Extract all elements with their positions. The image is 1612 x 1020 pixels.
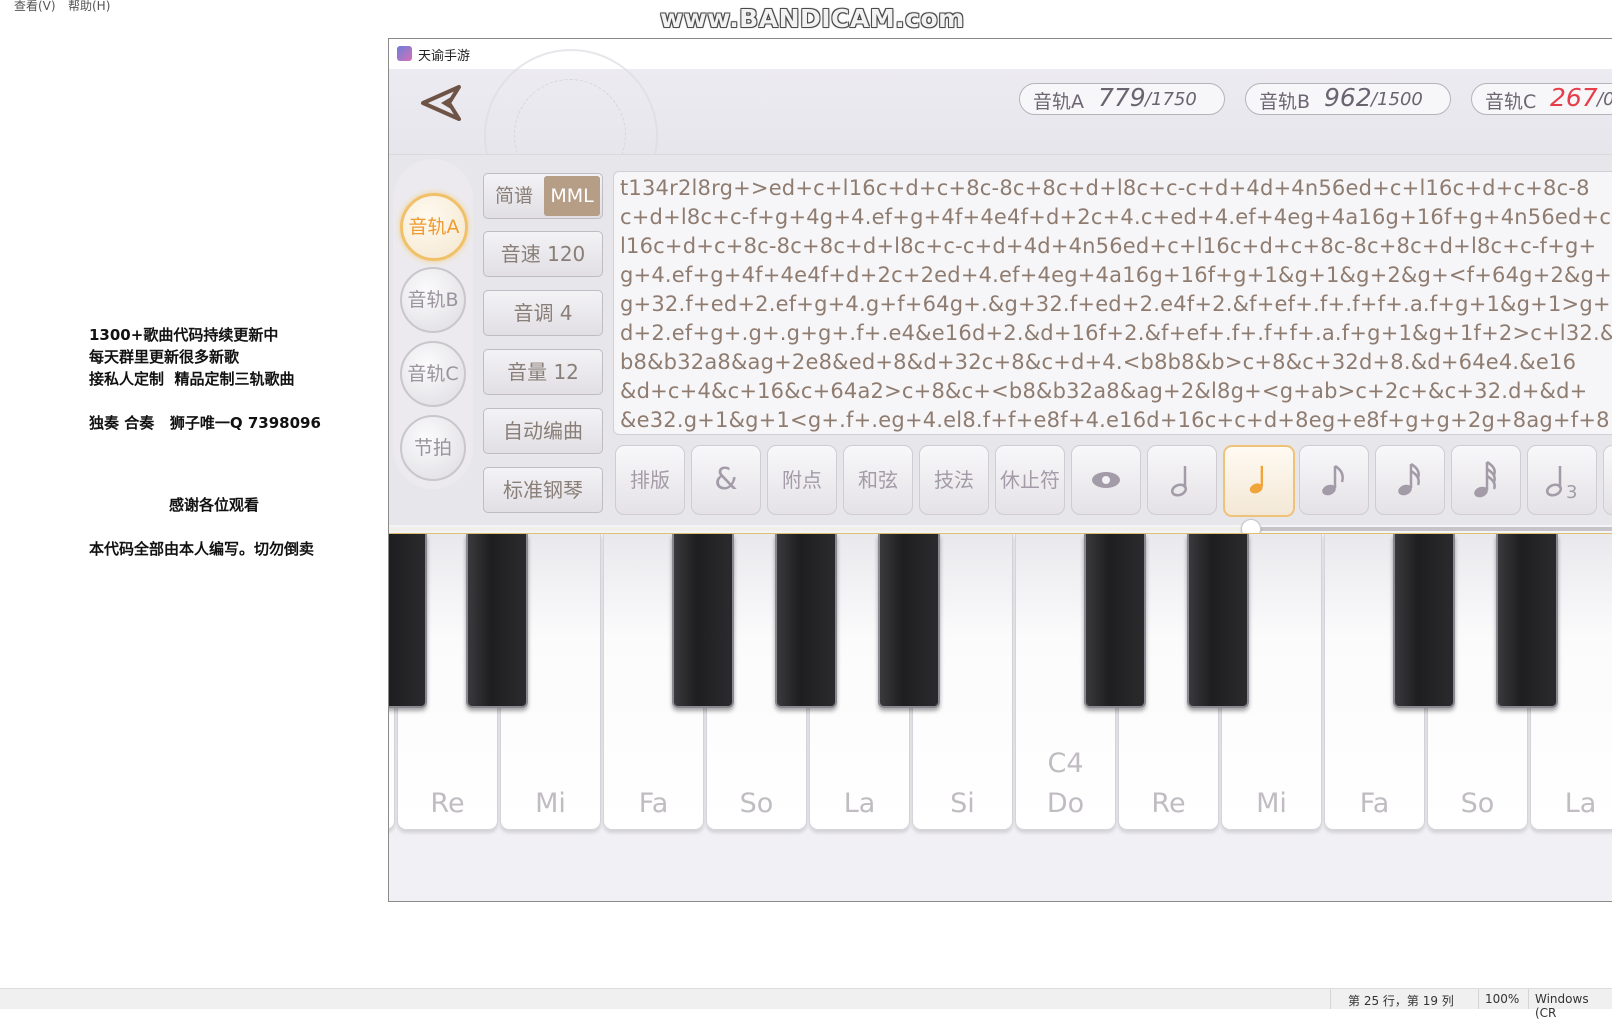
menu-help[interactable]: 帮助(H) — [68, 0, 110, 14]
code-line: g+4.ef+g+4f+4e4f+d+2c+2ed+4.ef+4eg+4a16g… — [620, 263, 1612, 287]
piano-key-black[interactable] — [1496, 534, 1558, 708]
eighth-note-icon[interactable] — [1299, 445, 1369, 515]
mml-code-editor[interactable]: t134r2l8rg+>ed+c+l16c+d+c+8c-8c+8c+d+l8c… — [613, 171, 1612, 435]
window-title: 天谕手游 — [418, 49, 471, 64]
keyboard-scroll-track[interactable] — [389, 527, 1612, 531]
triplet-note-icon[interactable]: 3 — [1527, 445, 1597, 515]
simple-notation-button[interactable]: 简谱 — [484, 174, 544, 218]
cursor-position: 第 25 行，第 19 列 — [1348, 994, 1454, 1008]
code-line: &e32.g+1&g+1<g+.f+.eg+4.el8.f+f+e8f+4.e1… — [620, 408, 1610, 432]
note-line: 本代码全部由本人编写。切勿倒卖 — [89, 540, 315, 558]
piano-key-black[interactable] — [1084, 534, 1146, 708]
track-selector: 音轨A 音轨B 音轨C 节拍 — [393, 159, 473, 489]
track-a-counter: 音轨A 779 /1750 — [1019, 83, 1225, 115]
piano-key-black[interactable] — [878, 534, 940, 708]
note-line: 独奏 合奏 狮子唯一Q 7398096 — [89, 414, 321, 432]
track-b-counter: 音轨B 962 /1500 — [1245, 83, 1451, 115]
dotted-button[interactable]: 附点 — [767, 445, 837, 515]
piano-key-black[interactable] — [1393, 534, 1455, 708]
recording-watermark: www.BANDICAM.com — [660, 4, 965, 33]
app-icon — [397, 46, 412, 61]
more-tool-button[interactable] — [1603, 445, 1612, 515]
piano-key-black[interactable] — [466, 534, 528, 708]
code-line: l16c+d+c+8c-8c+8c+d+l8c+c-c+d+4d+4n56ed+… — [620, 234, 1597, 258]
layout-button[interactable]: 排版 — [615, 445, 685, 515]
piano-keyboard: Re Mi Fa So La Si C4 Do Re Mi Fa So La — [389, 533, 1612, 901]
status-bar: 第 25 行，第 19 列 100% Windows (CR — [0, 988, 1612, 1020]
code-line: g+32.f+ed+2.ef+g+4.g+f+64g+.&g+32.f+ed+2… — [620, 292, 1612, 316]
notepad-text[interactable]: 1300+歌曲代码持续更新中 每天群里更新很多新歌 接私人定制 精品定制三轨歌曲… — [89, 324, 321, 560]
technique-button[interactable]: 技法 — [919, 445, 989, 515]
code-line: c+d+l8c+c-f+g+4g+4.ef+g+4f+4e4f+d+2c+4.c… — [620, 205, 1612, 229]
code-line: b8&b32a8&ag+2e8&ed+8&d+32c+8&c+d+4.<b8b8… — [620, 350, 1577, 374]
piano-key-black[interactable] — [389, 534, 427, 708]
code-line: t134r2l8rg+>ed+c+l16c+d+c+8c-8c+8c+d+l8c… — [620, 176, 1590, 200]
note-line: 接私人定制 精品定制三轨歌曲 — [89, 370, 295, 388]
menu-view[interactable]: 查看(V) — [14, 0, 56, 14]
tempo-button[interactable]: 音速 120 — [483, 231, 603, 277]
triplet-subscript: 3 — [1566, 482, 1577, 503]
code-line: &d+c+4&c+16&c+64a2>c+8&c+<b8&b32a8&ag+2&… — [620, 379, 1588, 403]
chord-button[interactable]: 和弦 — [843, 445, 913, 515]
half-note-icon[interactable] — [1147, 445, 1217, 515]
notation-mode-toggle: 简谱 MML — [483, 173, 603, 219]
track-button-b[interactable]: 音轨B — [400, 267, 466, 333]
sixteenth-note-icon[interactable] — [1375, 445, 1445, 515]
note-line: 每天群里更新很多新歌 — [89, 348, 240, 366]
mml-button[interactable]: MML — [544, 176, 600, 216]
volume-button[interactable]: 音量 12 — [483, 349, 603, 395]
beat-button[interactable]: 节拍 — [400, 415, 466, 481]
eye-icon[interactable] — [1071, 445, 1141, 515]
thirty-second-note-icon[interactable] — [1451, 445, 1521, 515]
track-c-counter: 音轨C 267 /0 — [1471, 83, 1612, 115]
code-line: d+2.ef+g+.g+.g+g+.f+.e4&e16d+2.&d+16f+2.… — [620, 321, 1612, 345]
back-logo-icon[interactable] — [419, 83, 467, 127]
octave-label: C4 — [1047, 748, 1084, 779]
note-line: 感谢各位观看 — [169, 496, 260, 514]
auto-compose-button[interactable]: 自动编曲 — [483, 408, 603, 454]
track-button-c[interactable]: 音轨C — [400, 341, 466, 407]
zoom-level: 100% — [1485, 992, 1520, 1006]
track-button-a[interactable]: 音轨A — [400, 193, 468, 261]
pitch-button[interactable]: 音调 4 — [483, 290, 603, 336]
piano-key-black[interactable] — [1187, 534, 1249, 708]
piano-key-black[interactable] — [672, 534, 734, 708]
instrument-button[interactable]: 标准钢琴 — [483, 467, 603, 513]
piano-key-black[interactable] — [775, 534, 837, 708]
encoding: Windows (CR — [1535, 992, 1589, 1020]
quarter-note-icon[interactable] — [1223, 445, 1295, 517]
tie-button[interactable]: & — [691, 445, 761, 515]
rest-button[interactable]: 休止符 — [995, 445, 1065, 515]
game-window: 天谕手游 音轨A 779 /1750 音轨B 962 /1500 音轨C 267… — [388, 38, 1612, 902]
note-line: 1300+歌曲代码持续更新中 — [89, 326, 279, 344]
